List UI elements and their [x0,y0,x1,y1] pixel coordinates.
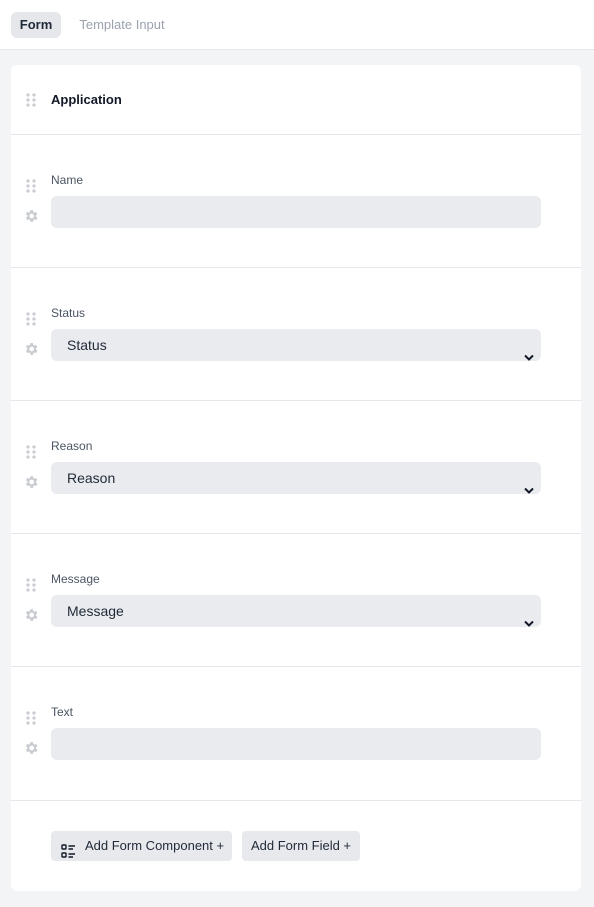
chevron-down-icon [524,341,534,361]
drag-handle-icon[interactable] [26,445,36,459]
message-select[interactable]: Message [51,595,541,627]
field-section-reason: Reason Reason [11,401,581,534]
drag-handle-icon[interactable] [26,578,36,592]
field-section-status: Status Status [11,268,581,401]
field-section-text: Text [11,667,581,801]
form-header-section: Application [11,65,581,135]
drag-handle-icon[interactable] [26,711,36,725]
tab-template-input[interactable]: Template Input [71,12,173,38]
name-input[interactable] [51,196,541,228]
form-builder-card: Application Name Status Status Reason Re… [11,65,581,891]
text-input[interactable] [51,728,541,760]
add-form-component-button[interactable]: Add Form Component + [51,831,232,861]
gear-icon[interactable] [23,208,39,224]
select-value: Reason [67,470,116,486]
add-form-component-label: Add Form Component + [85,838,225,853]
chevron-down-icon [524,474,534,494]
field-label: Name [51,173,84,187]
reason-select[interactable]: Reason [51,462,541,494]
field-label: Text [51,705,74,719]
field-label: Status [51,306,86,320]
select-value: Status [67,337,107,353]
select-value: Message [67,603,124,619]
field-section-name: Name [11,135,581,268]
gear-icon[interactable] [23,341,39,357]
gear-icon[interactable] [23,607,39,623]
tab-form[interactable]: Form [11,12,61,38]
drag-handle-icon[interactable] [26,179,36,193]
top-tab-bar: Form Template Input [0,0,594,50]
add-form-field-button[interactable]: Add Form Field + [242,831,360,861]
status-select[interactable]: Status [51,329,541,361]
field-label: Reason [51,439,93,453]
gear-icon[interactable] [23,474,39,490]
gear-icon[interactable] [23,740,39,756]
drag-handle-icon[interactable] [26,312,36,326]
checklist-icon [61,839,76,858]
form-title: Application [51,92,122,107]
field-label: Message [51,572,100,586]
field-section-message: Message Message [11,534,581,667]
drag-handle-icon[interactable] [26,93,36,107]
chevron-down-icon [524,607,534,627]
